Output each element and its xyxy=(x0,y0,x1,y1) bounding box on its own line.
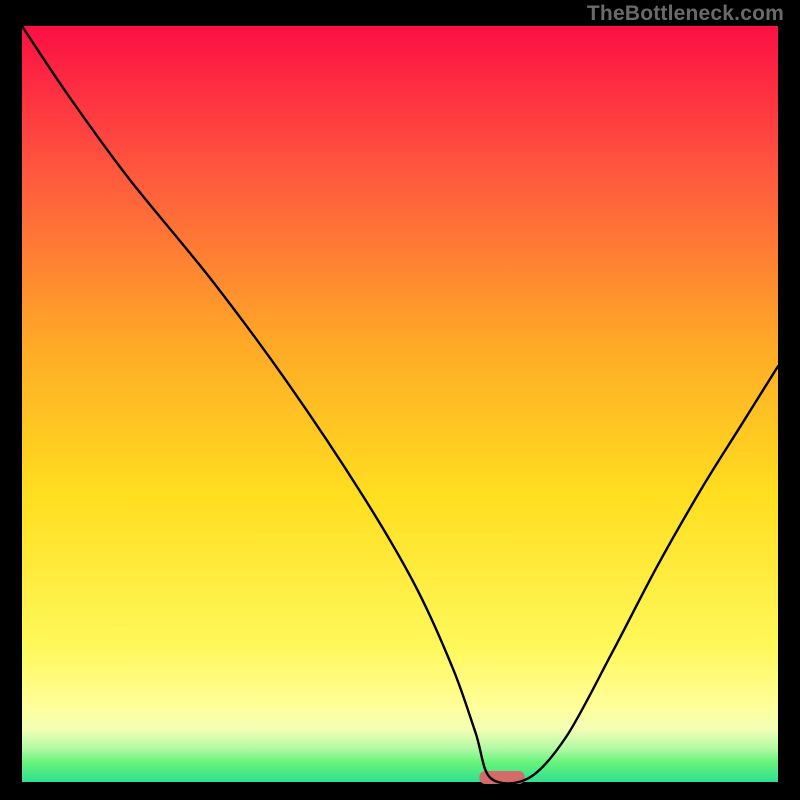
bottleneck-chart xyxy=(0,0,800,800)
watermark-text: TheBottleneck.com xyxy=(587,2,784,26)
plot-background xyxy=(22,26,778,782)
chart-container: TheBottleneck.com xyxy=(0,0,800,800)
